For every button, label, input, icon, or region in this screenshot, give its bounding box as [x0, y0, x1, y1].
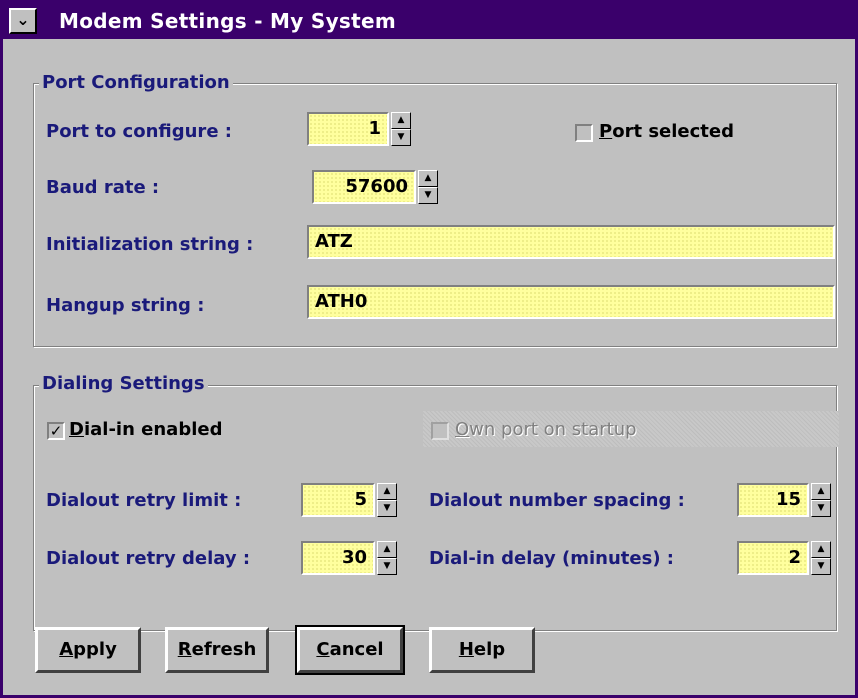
own-port-on-startup-label[interactable]: Own port on startup	[455, 419, 637, 441]
dialout-retry-delay-label: Dialout retry delay :	[46, 548, 251, 569]
hangup-string-field[interactable]: ATH0	[307, 285, 835, 319]
dialout-retry-limit-field[interactable]: 5	[301, 483, 375, 517]
dialing-settings-group-label: Dialing Settings	[39, 374, 208, 394]
dialout-retry-delay-field[interactable]: 30	[301, 541, 375, 575]
help-label-rest: elp	[473, 639, 506, 660]
help-button[interactable]: Help	[429, 627, 535, 673]
dial-in-enabled-checkbox[interactable]: ✓	[47, 422, 65, 440]
system-menu-button[interactable]: ⌄	[9, 8, 37, 34]
spin-up-icon[interactable]: ▲	[418, 170, 438, 187]
spin-down-icon[interactable]: ▼	[391, 129, 411, 146]
window-title: Modem Settings - My System	[59, 9, 396, 33]
port-selected-checkbox[interactable]	[575, 124, 593, 142]
spin-down-icon[interactable]: ▼	[811, 558, 831, 575]
own-port-on-startup-checkbox[interactable]	[431, 422, 449, 440]
spin-down-icon[interactable]: ▼	[811, 500, 831, 517]
help-mnemonic: H	[458, 639, 474, 660]
port-selected-mnemonic: P	[599, 121, 613, 142]
hangup-string-label: Hangup string :	[46, 295, 205, 316]
modem-settings-window: ⌄ Modem Settings - My System Port Config…	[0, 0, 858, 698]
port-configuration-group-label: Port Configuration	[39, 73, 233, 93]
cancel-mnemonic: C	[316, 639, 330, 660]
dial-in-enabled-label[interactable]: Dial-in enabled	[69, 419, 222, 441]
initialization-string-label: Initialization string :	[46, 234, 254, 255]
dialout-retry-limit-label: Dialout retry limit :	[46, 490, 242, 511]
dial-in-delay-spinner[interactable]: ▲ ▼	[811, 541, 831, 575]
dialout-retry-limit-spinner[interactable]: ▲ ▼	[377, 483, 397, 517]
dial-in-enabled-label-rest: ial-in enabled	[83, 419, 223, 440]
refresh-label-rest: efresh	[191, 639, 257, 660]
apply-label-rest: pply	[73, 639, 117, 660]
port-to-configure-field[interactable]: 1	[307, 112, 389, 146]
spin-up-icon[interactable]: ▲	[377, 483, 397, 500]
dialout-retry-delay-spinner[interactable]: ▲ ▼	[377, 541, 397, 575]
spin-up-icon[interactable]: ▲	[811, 541, 831, 558]
baud-rate-spinner[interactable]: ▲ ▼	[418, 170, 438, 204]
refresh-button[interactable]: Refresh	[165, 627, 269, 673]
title-bar[interactable]: ⌄ Modem Settings - My System	[3, 3, 855, 39]
dialout-number-spacing-field[interactable]: 15	[737, 483, 809, 517]
apply-mnemonic: A	[59, 639, 74, 660]
own-port-mnemonic: O	[455, 419, 470, 440]
spin-up-icon[interactable]: ▲	[391, 112, 411, 129]
spin-down-icon[interactable]: ▼	[377, 558, 397, 575]
dial-in-delay-field[interactable]: 2	[737, 541, 809, 575]
spin-up-icon[interactable]: ▲	[811, 483, 831, 500]
spin-down-icon[interactable]: ▼	[418, 187, 438, 204]
spin-down-icon[interactable]: ▼	[377, 500, 397, 517]
own-port-label-rest: wn port on startup	[469, 419, 637, 440]
refresh-mnemonic: R	[177, 639, 192, 660]
cancel-label-rest: ancel	[329, 639, 384, 660]
dial-in-delay-label: Dial-in delay (minutes) :	[429, 548, 675, 569]
dialout-number-spacing-spinner[interactable]: ▲ ▼	[811, 483, 831, 517]
port-to-configure-spinner[interactable]: ▲ ▼	[391, 112, 411, 146]
port-to-configure-label: Port to configure :	[46, 121, 232, 142]
dialog-client-area: Port Configuration Port to configure : 1…	[3, 39, 855, 695]
port-selected-label-rest: ort selected	[612, 121, 734, 142]
cancel-button[interactable]: Cancel	[295, 625, 405, 675]
initialization-string-field[interactable]: ATZ	[307, 225, 835, 259]
dialout-number-spacing-label: Dialout number spacing :	[429, 490, 685, 511]
baud-rate-label: Baud rate :	[46, 177, 160, 198]
dial-in-enabled-mnemonic: D	[69, 419, 84, 440]
spin-up-icon[interactable]: ▲	[377, 541, 397, 558]
apply-button[interactable]: Apply	[35, 627, 141, 673]
baud-rate-field[interactable]: 57600	[312, 170, 416, 204]
port-selected-label[interactable]: Port selected	[599, 121, 734, 143]
